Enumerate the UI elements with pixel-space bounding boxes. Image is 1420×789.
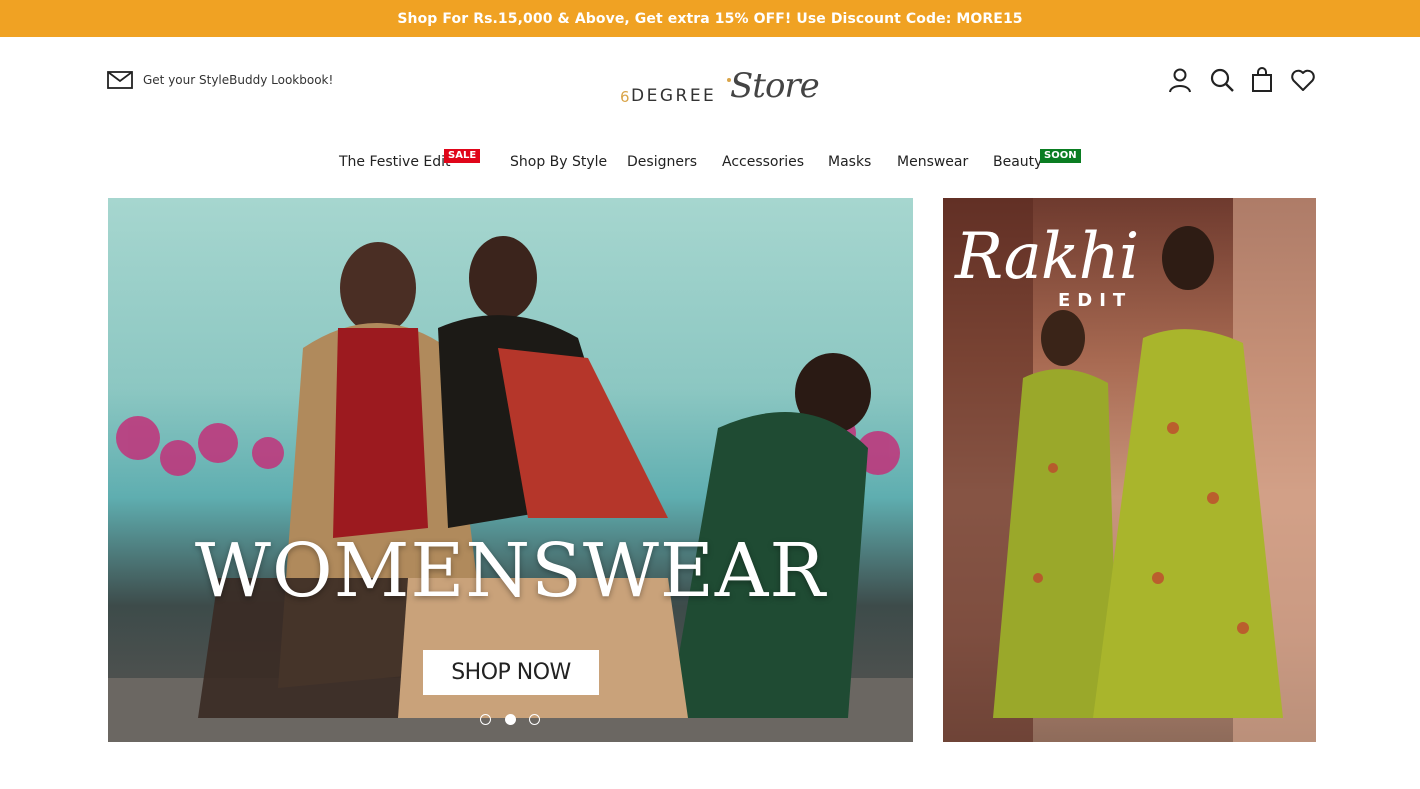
nav-item-menswear[interactable]: Menswear <box>897 154 968 170</box>
site-logo[interactable]: 6 DEGREE Store <box>620 66 820 116</box>
main-nav: The Festive Edit SALE Shop By Style Desi… <box>0 148 1420 178</box>
side-banner-subtitle: EDIT <box>1058 290 1133 311</box>
search-icon[interactable] <box>1208 66 1236 94</box>
header-icons <box>1166 66 1318 96</box>
shop-now-button[interactable]: SHOP NOW <box>423 650 599 695</box>
soon-badge: SOON <box>1040 149 1081 163</box>
slider-dot-1[interactable] <box>480 714 491 725</box>
nav-item-masks[interactable]: Masks <box>828 154 871 170</box>
lookbook-text: Get your StyleBuddy Lookbook! <box>143 73 334 87</box>
nav-item-shop-by-style[interactable]: Shop By Style <box>510 154 607 170</box>
promo-bar: Shop For Rs.15,000 & Above, Get extra 15… <box>0 0 1420 37</box>
hero-title: WOMENSWEAR <box>194 528 827 614</box>
nav-item-accessories[interactable]: Accessories <box>722 154 804 170</box>
logo-six: 6 <box>620 88 630 106</box>
side-banner-rakhi-edit[interactable]: Rakhi EDIT <box>943 198 1316 742</box>
wishlist-icon[interactable] <box>1289 66 1317 94</box>
cart-icon[interactable] <box>1248 66 1276 94</box>
side-banner-title: Rakhi <box>955 220 1139 294</box>
logo-store: Store <box>730 66 820 106</box>
sale-badge: SALE <box>444 149 481 163</box>
slider-dots <box>480 714 542 728</box>
slider-dot-2[interactable] <box>505 714 516 725</box>
nav-item-festive-edit[interactable]: The Festive Edit <box>339 154 451 170</box>
logo-degree: DEGREE <box>631 86 717 106</box>
nav-item-designers[interactable]: Designers <box>627 154 697 170</box>
nav-item-beauty[interactable]: Beauty <box>993 154 1042 170</box>
lookbook-link[interactable]: Get your StyleBuddy Lookbook! <box>107 70 333 90</box>
hero-banner-womenswear[interactable]: WOMENSWEAR SHOP NOW <box>108 198 913 742</box>
account-icon[interactable] <box>1166 66 1194 94</box>
promo-text: Shop For Rs.15,000 & Above, Get extra 15… <box>397 10 1023 27</box>
slider-dot-3[interactable] <box>529 714 540 725</box>
mail-icon <box>107 71 133 89</box>
